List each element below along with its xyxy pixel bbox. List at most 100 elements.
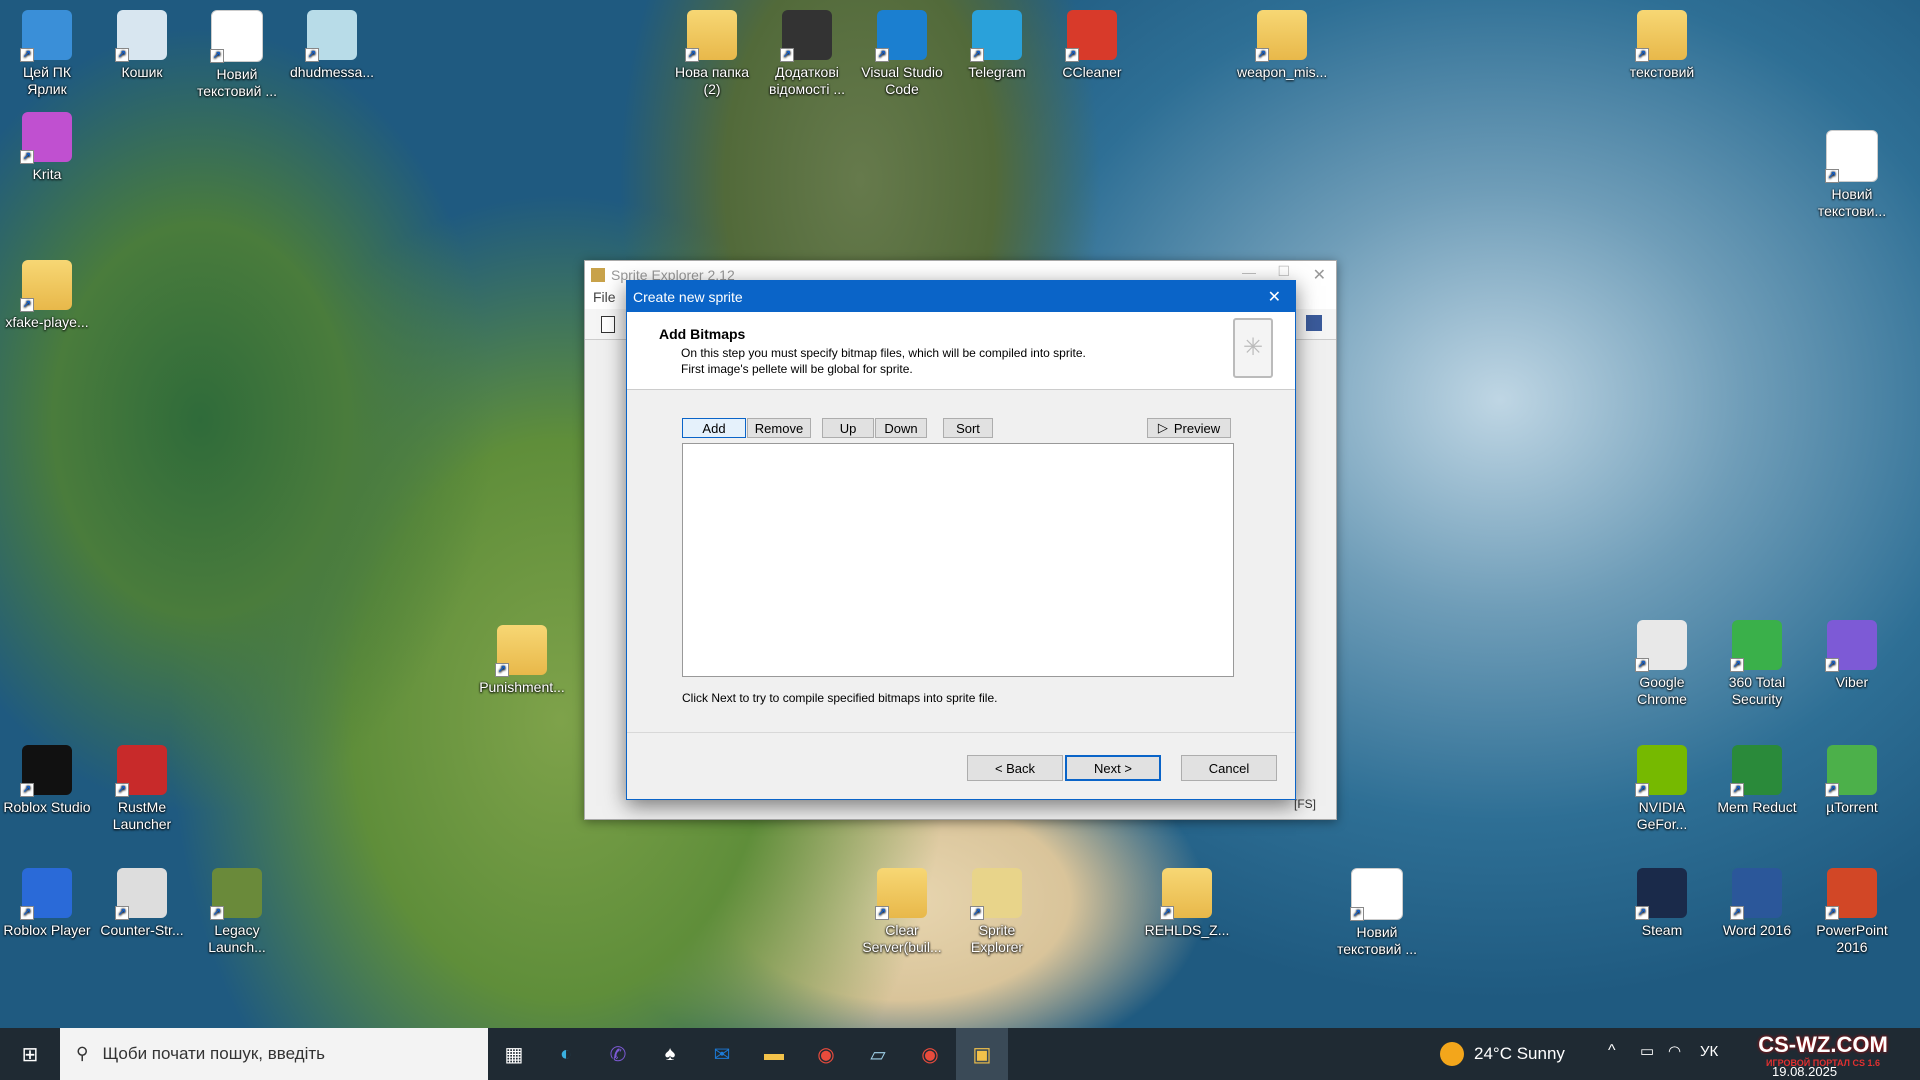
shortcut-arrow-icon: ↗ — [1825, 658, 1839, 672]
desktop-icon[interactable]: ↗ Новий текстовий ... — [192, 10, 282, 100]
desktop-icon[interactable]: ↗ Цей ПК Ярлик — [2, 10, 92, 98]
desktop-icon[interactable]: ↗ Новий текстови... — [1807, 130, 1897, 220]
utorrent-icon: ↗ — [1825, 745, 1877, 797]
preview-button[interactable]: ▷ Preview — [1147, 418, 1231, 438]
desktop-icon[interactable]: ↗ Counter-Str... — [97, 868, 187, 939]
desktop-icon[interactable]: ↗ Telegram — [952, 10, 1042, 81]
sprite-explorer-taskbar-icon[interactable]: ▣ — [956, 1028, 1008, 1080]
solitaire-icon[interactable]: ♠ — [644, 1028, 696, 1080]
shortcut-arrow-icon: ↗ — [1730, 658, 1744, 672]
desktop-icon[interactable]: ↗ weapon_mis... — [1237, 10, 1327, 81]
close-icon[interactable]: ✕ — [1313, 265, 1326, 285]
menu-file[interactable]: File — [593, 289, 616, 305]
krita-icon: ↗ — [20, 112, 72, 164]
desktop-icon-label: Word 2016 — [1722, 922, 1792, 938]
desktop-icon[interactable]: ↗ NVIDIA GeFor... — [1617, 745, 1707, 833]
desktop-icon[interactable]: ↗ Roblox Player — [2, 868, 92, 939]
language-indicator[interactable]: УК — [1700, 1043, 1718, 1060]
close-icon[interactable]: ✕ — [1268, 287, 1281, 307]
viber-icon[interactable]: ✆ — [592, 1028, 644, 1080]
chrome-icon: ↗ — [1635, 620, 1687, 672]
edge-icon[interactable]: ◐ — [540, 1028, 592, 1080]
desktop-icon[interactable]: ↗ CCleaner — [1047, 10, 1137, 81]
explorer-icon[interactable]: ▬ — [748, 1028, 800, 1080]
desktop-icon[interactable]: ↗ Кошик — [97, 10, 187, 81]
step-description-1: On this step you must specify bitmap fil… — [681, 346, 1086, 360]
shortcut-arrow-icon: ↗ — [20, 783, 34, 797]
desktop-icon[interactable]: ↗ текстовий — [1617, 10, 1707, 81]
chrome-profile-icon[interactable]: ◉ — [904, 1028, 956, 1080]
desktop-icon[interactable]: ↗ Steam — [1617, 868, 1707, 939]
bitmap-list[interactable] — [682, 443, 1234, 677]
start-icon[interactable]: ⊞ — [0, 1028, 60, 1080]
desktop-icon[interactable]: ↗ Clear Server(buil... — [857, 868, 947, 956]
desktop-icon[interactable]: ↗ RustMe Launcher — [97, 745, 187, 833]
desktop-icon[interactable]: ↗ Legacy Launch... — [192, 868, 282, 956]
up-button[interactable]: Up — [822, 418, 874, 438]
store-icon[interactable]: ▦ — [488, 1028, 540, 1080]
desktop-icon-label: Google Chrome — [1637, 674, 1687, 707]
file-icon[interactable]: ▱ — [852, 1028, 904, 1080]
this-pc-icon: ↗ — [20, 10, 72, 62]
desktop-icon[interactable]: ↗ REHLDS_Z... — [1142, 868, 1232, 939]
tool-icon[interactable] — [1306, 315, 1322, 331]
chrome-icon[interactable]: ◉ — [800, 1028, 852, 1080]
desktop-icon[interactable]: ↗ Sprite Explorer — [952, 868, 1042, 956]
new-file-icon[interactable] — [601, 316, 615, 333]
desktop-icon-label: 360 Total Security — [1728, 674, 1786, 707]
desktop-icon[interactable]: ↗ Mem Reduct — [1712, 745, 1802, 816]
outlook-icon[interactable]: ✉ — [696, 1028, 748, 1080]
watermark: CS-WZ.COM ИГРОВОЙ ПОРТАЛ CS 1.6 — [1748, 1032, 1898, 1068]
dialog-titlebar[interactable]: Create new sprite ✕ — [627, 281, 1295, 312]
desktop-icon[interactable]: ↗ Новий текстовий ... — [1332, 868, 1422, 958]
desktop-icon-label: Новий текстови... — [1817, 186, 1887, 219]
desktop-icon-label: PowerPoint 2016 — [1816, 922, 1888, 955]
wifi-icon[interactable]: ◠ — [1668, 1042, 1681, 1060]
desktop-icon[interactable]: ↗ PowerPoint 2016 — [1807, 868, 1897, 956]
weather-widget[interactable]: 24°C Sunny — [1440, 1028, 1565, 1080]
search-box[interactable]: ⚲ Щоби почати пошук, введіть — [60, 1028, 488, 1080]
desktop-icon[interactable]: ↗ Roblox Studio — [2, 745, 92, 816]
minimize-icon[interactable]: — — [1242, 264, 1256, 280]
desktop-icon[interactable]: ↗ 360 Total Security — [1712, 620, 1802, 708]
step-heading: Add Bitmaps — [659, 326, 746, 342]
desktop-icon-label: Steam — [1641, 922, 1683, 938]
desktop-icon[interactable]: ↗ Visual Studio Code — [857, 10, 947, 98]
text-file-icon: ↗ — [1825, 130, 1878, 183]
shortcut-arrow-icon: ↗ — [1635, 906, 1649, 920]
sort-button[interactable]: Sort — [943, 418, 993, 438]
shortcut-arrow-icon: ↗ — [305, 48, 319, 62]
tray-chevron-icon[interactable]: ^ — [1608, 1042, 1616, 1060]
down-button[interactable]: Down — [875, 418, 927, 438]
divider — [627, 732, 1295, 733]
desktop-icon-label: weapon_mis... — [1237, 64, 1328, 80]
desktop-icon-label: Visual Studio Code — [861, 64, 943, 97]
weather-text: 24°C Sunny — [1474, 1044, 1565, 1063]
search-placeholder: Щоби почати пошук, введіть — [102, 1044, 326, 1063]
cancel-button[interactable]: Cancel — [1181, 755, 1277, 781]
desktop-icon[interactable]: ↗ Krita — [2, 112, 92, 183]
vscode-icon: ↗ — [875, 10, 927, 62]
desktop-icon[interactable]: ↗ µTorrent — [1807, 745, 1897, 816]
shortcut-arrow-icon: ↗ — [495, 663, 509, 677]
maximize-icon[interactable]: ☐ — [1277, 263, 1290, 280]
back-button[interactable]: < Back — [967, 755, 1063, 781]
status-text: [FS] — [1293, 797, 1316, 811]
add-button[interactable]: Add — [682, 418, 746, 438]
desktop-icon[interactable]: ↗ Word 2016 — [1712, 868, 1802, 939]
desktop-icon-label: Counter-Str... — [100, 922, 184, 938]
desktop-icon[interactable]: ↗ Додаткові відомості ... — [762, 10, 852, 98]
battery-icon[interactable]: ▭ — [1640, 1042, 1654, 1060]
remove-button[interactable]: Remove — [747, 418, 811, 438]
folder-icon: ↗ — [685, 10, 737, 62]
next-button[interactable]: Next > — [1065, 755, 1161, 781]
desktop-icon[interactable]: ↗ Punishment... — [477, 625, 567, 696]
desktop-icon[interactable]: ↗ dhudmessa... — [287, 10, 377, 81]
desktop-icon[interactable]: ↗ Google Chrome — [1617, 620, 1707, 708]
shortcut-arrow-icon: ↗ — [20, 906, 34, 920]
desktop-icon[interactable]: ↗ xfake-playe... — [2, 260, 92, 331]
desktop-icon[interactable]: ↗ Viber — [1807, 620, 1897, 691]
shortcut-arrow-icon: ↗ — [210, 49, 224, 63]
desktop-icon-label: Додаткові відомості ... — [769, 64, 845, 97]
desktop-icon[interactable]: ↗ Нова папка (2) — [667, 10, 757, 98]
